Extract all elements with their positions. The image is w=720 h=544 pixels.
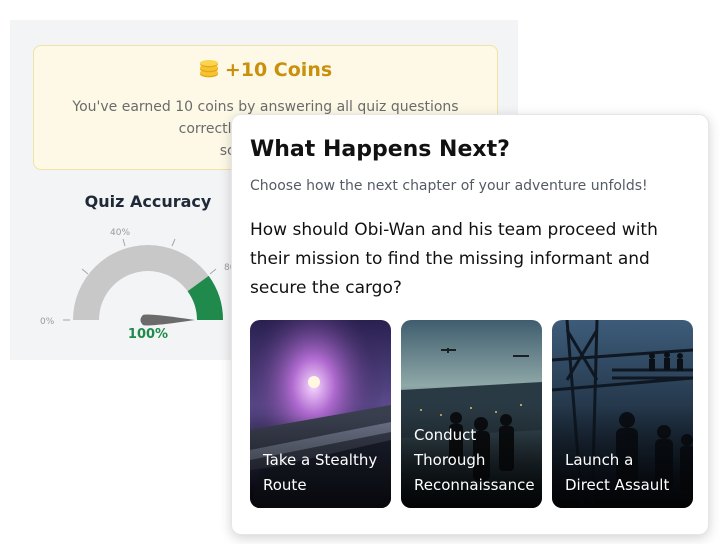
modal-subtitle: Choose how the next chapter of your adve… [250, 178, 648, 194]
option-label-line: Reconnaissance [414, 476, 535, 494]
gauge-needle [140, 314, 195, 326]
gauge-tick-label-0: 0% [40, 317, 55, 327]
option-label-line: Conduct [414, 426, 477, 444]
what-happens-next-modal: What Happens Next? Choose how the next c… [231, 114, 709, 535]
option-label-line: Thorough [414, 451, 486, 469]
modal-question: How should Obi-Wan and his team proceed … [250, 220, 658, 298]
gauge-value: 100% [127, 327, 169, 342]
modal-title: What Happens Next? [250, 137, 510, 162]
option-label-line: Launch a [565, 451, 634, 469]
option-label-line: Route [263, 476, 307, 494]
coins-title: +10 Coins [34, 59, 497, 81]
option-label: Launch a Direct Assault [565, 448, 687, 498]
gauge-tick-label-40: 40% [110, 228, 130, 238]
option-label: Take a Stealthy Route [263, 448, 385, 498]
option-card-stealthy-route[interactable]: Take a Stealthy Route [250, 320, 391, 508]
coins-amount: +10 Coins [224, 59, 333, 81]
option-label-line: Direct Assault [565, 476, 670, 494]
coin-stack-icon [199, 60, 218, 78]
option-card-direct-assault[interactable]: Launch a Direct Assault [552, 320, 693, 508]
option-card-reconnaissance[interactable]: Conduct Thorough Reconnaissance [401, 320, 542, 508]
option-label-line: Take a Stealthy [263, 451, 378, 469]
option-label: Conduct Thorough Reconnaissance [414, 423, 536, 498]
quiz-accuracy-title: Quiz Accuracy [84, 192, 212, 211]
